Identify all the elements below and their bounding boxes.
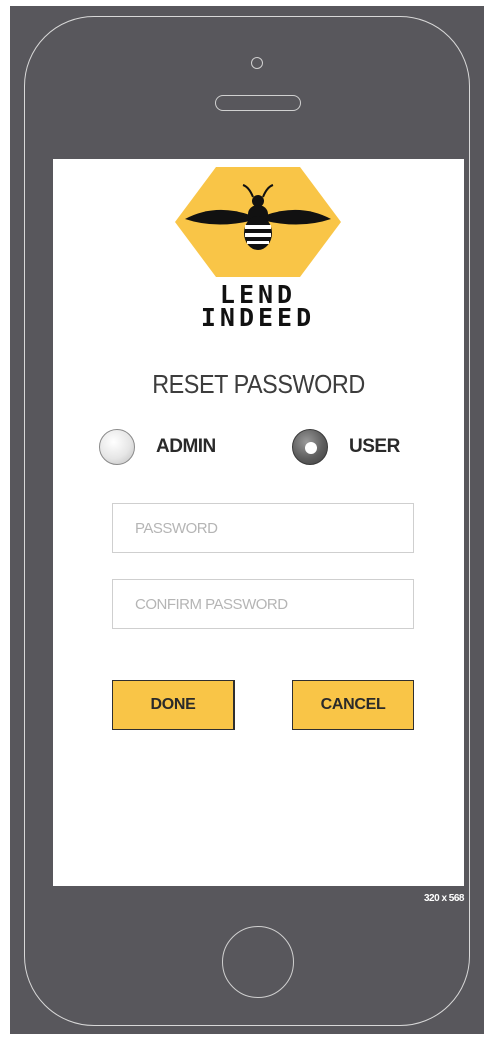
done-button[interactable]: DONE (112, 680, 235, 730)
radio-user-circle[interactable] (292, 429, 328, 465)
radio-admin-label: ADMIN (156, 436, 216, 457)
radio-user[interactable]: USER (292, 427, 400, 467)
camera-icon (251, 57, 263, 69)
confirm-password-field[interactable] (112, 579, 414, 629)
phone-screen: LEND INDEED RESET PASSWORD ADMIN USER DO… (53, 159, 464, 886)
password-input[interactable] (133, 518, 413, 538)
home-button[interactable] (222, 926, 294, 998)
confirm-password-input[interactable] (133, 594, 413, 614)
logo-text-indeed: INDEED (200, 303, 316, 332)
lend-indeed-logo: LEND INDEED (175, 165, 341, 330)
page-title: RESET PASSWORD (152, 369, 365, 399)
cancel-button[interactable]: CANCEL (292, 680, 414, 730)
stage: LEND INDEED RESET PASSWORD ADMIN USER DO… (0, 0, 492, 1038)
radio-admin[interactable]: ADMIN (99, 427, 216, 467)
device-size-label: 320 x 568 (424, 893, 465, 904)
speaker-icon (215, 95, 301, 111)
password-field[interactable] (112, 503, 414, 553)
radio-user-label: USER (349, 436, 400, 457)
bee-icon (175, 167, 341, 277)
radio-admin-circle[interactable] (99, 429, 135, 465)
